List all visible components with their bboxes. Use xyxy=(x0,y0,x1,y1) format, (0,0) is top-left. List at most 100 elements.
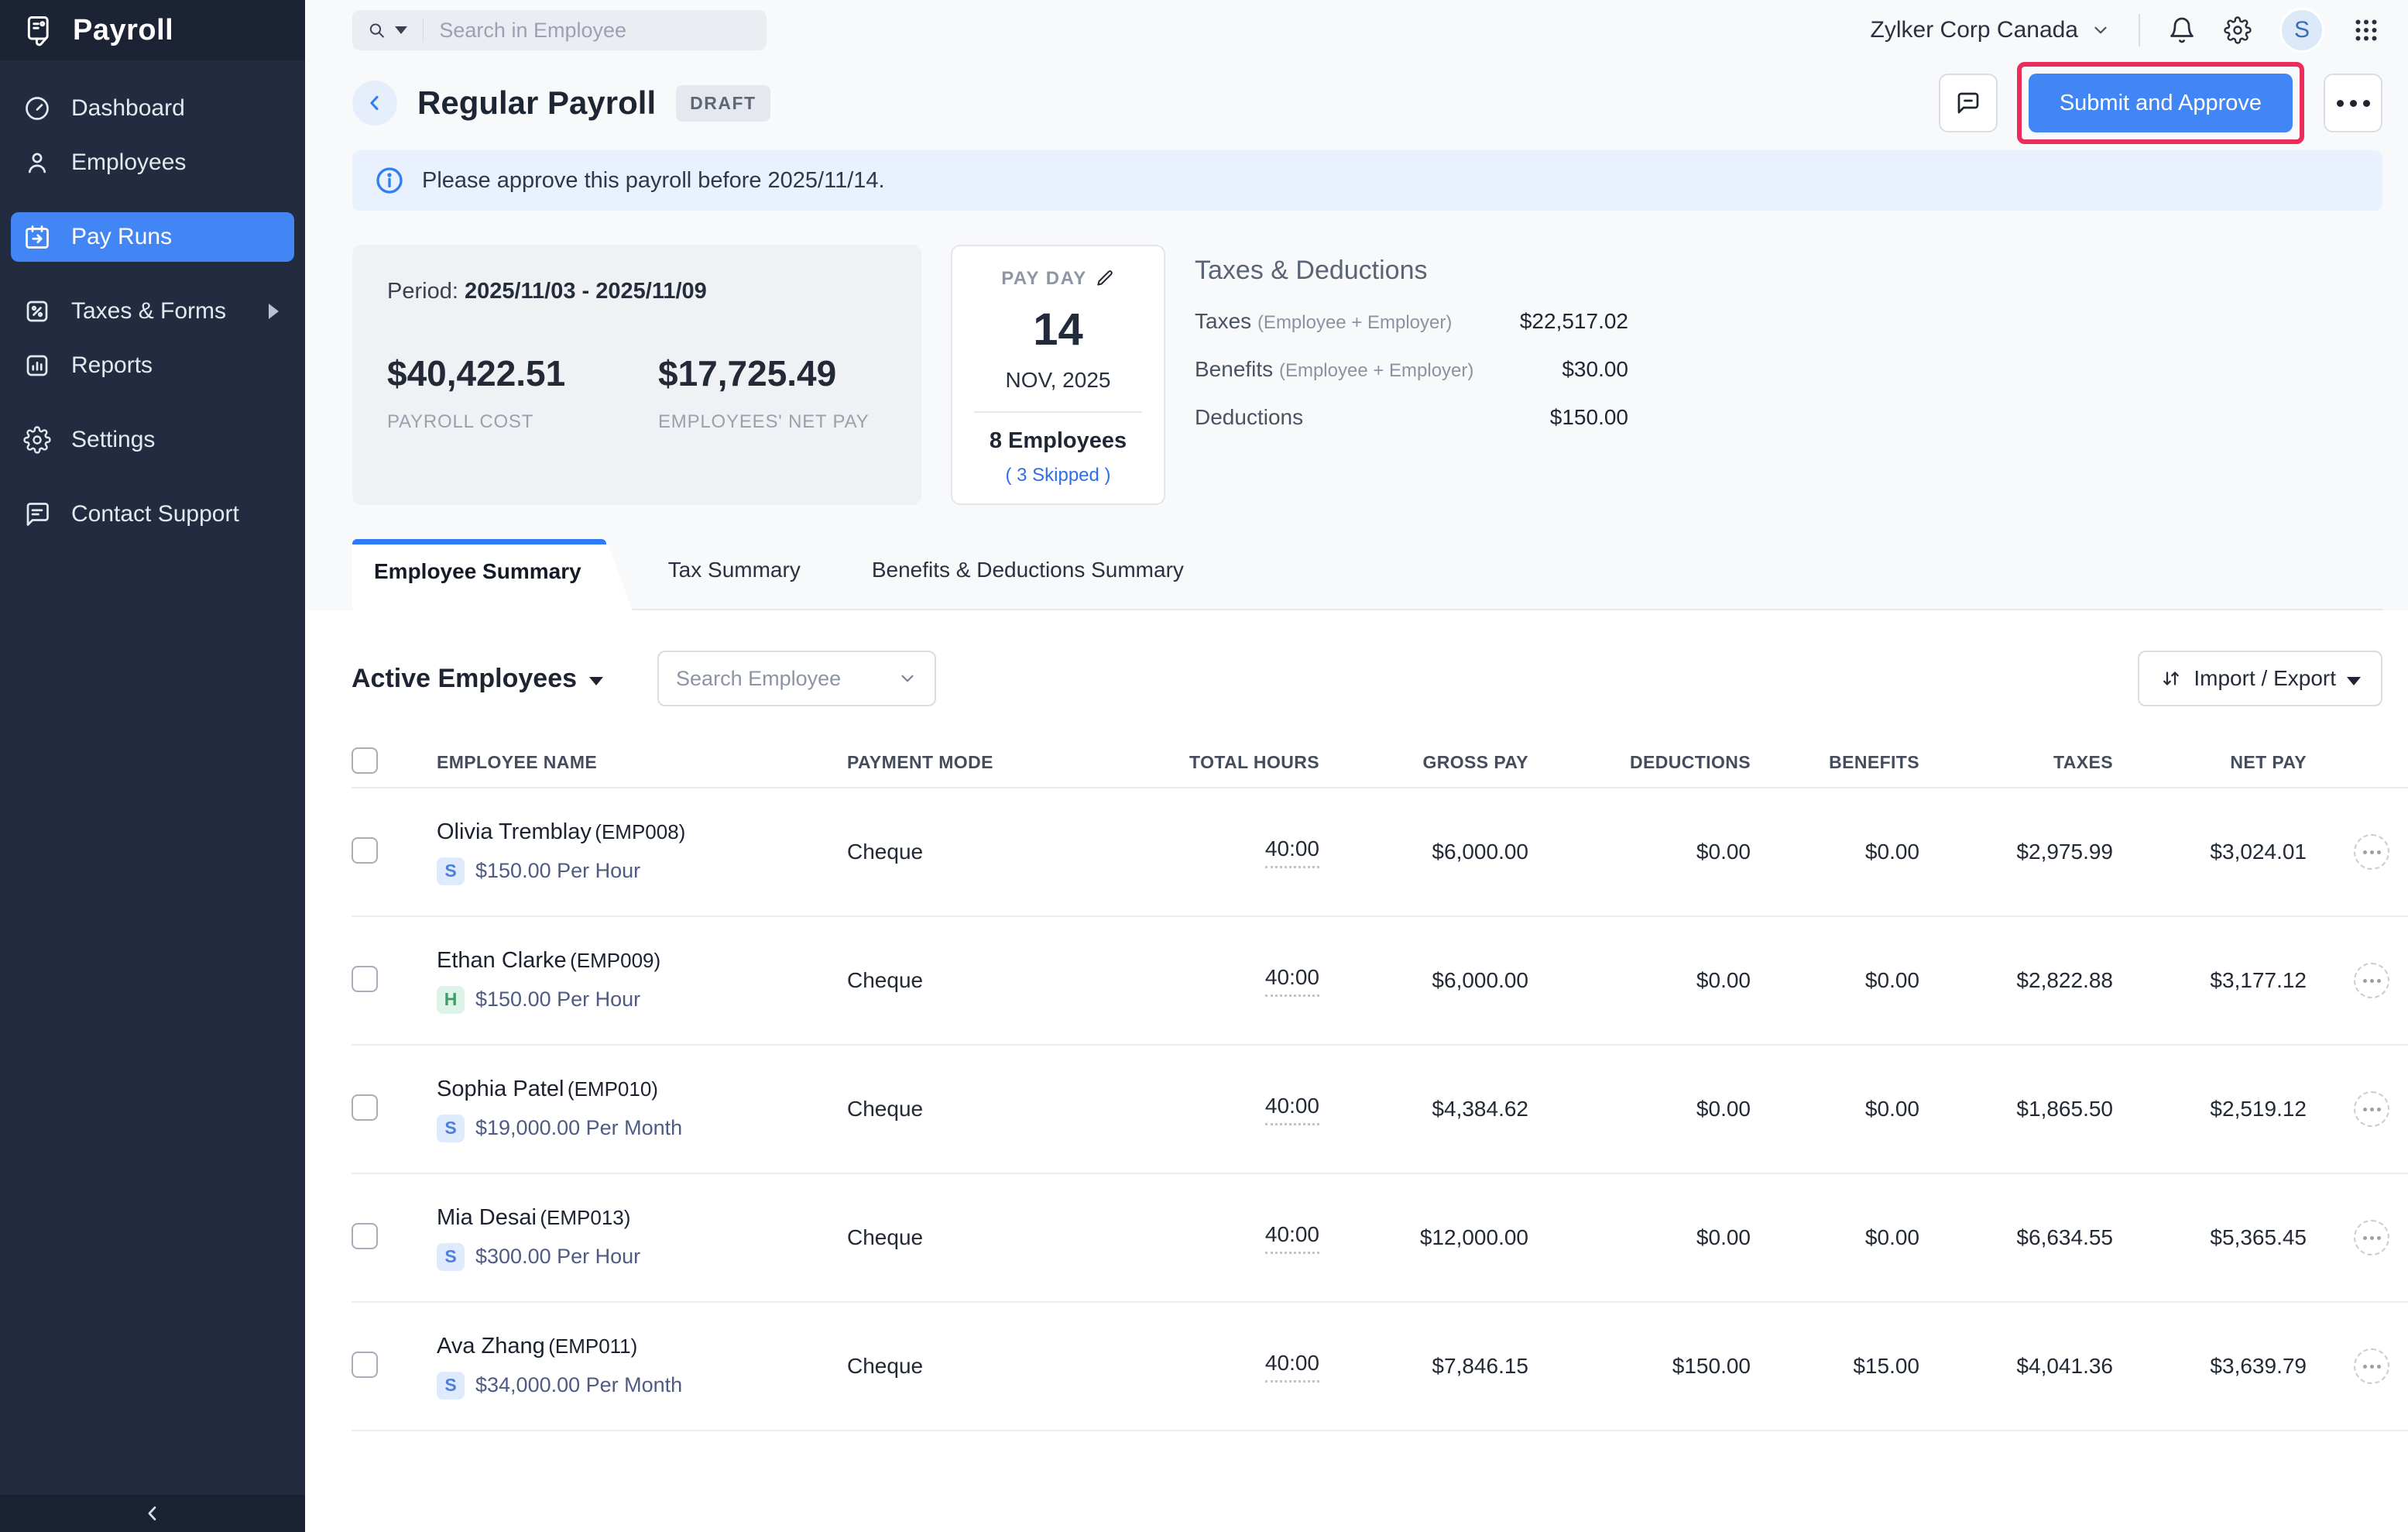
col-taxes: TAXES xyxy=(1919,752,2113,773)
employee-name[interactable]: Ava Zhang xyxy=(437,1334,545,1359)
deductions-row: Deductions $150.00 xyxy=(1195,405,1628,430)
comments-button[interactable] xyxy=(1939,74,1998,132)
row-checkbox[interactable] xyxy=(352,1223,378,1249)
org-name: Zylker Corp Canada xyxy=(1871,17,2078,43)
edit-pencil-icon[interactable] xyxy=(1095,269,1115,289)
global-search[interactable] xyxy=(352,10,767,50)
row-checkbox[interactable] xyxy=(352,1094,378,1121)
sidebar-item-reports[interactable]: Reports xyxy=(11,341,294,390)
gross-pay: $12,000.00 xyxy=(1319,1225,1528,1250)
import-export-arrows-icon xyxy=(2159,667,2183,690)
total-hours[interactable]: 40:00 xyxy=(1265,965,1319,997)
benefits: $0.00 xyxy=(1751,968,1919,993)
row-actions-button[interactable] xyxy=(2354,1091,2389,1127)
org-switcher[interactable]: Zylker Corp Canada xyxy=(1871,17,2111,43)
taxes-value: $22,517.02 xyxy=(1520,309,1628,334)
employees-icon xyxy=(23,149,51,177)
total-hours[interactable]: 40:00 xyxy=(1265,1094,1319,1125)
sidebar-item-settings[interactable]: Settings xyxy=(11,415,294,465)
settings-button[interactable] xyxy=(2224,16,2252,44)
row-actions-button[interactable] xyxy=(2354,1348,2389,1384)
submit-wrap: Submit and Approve xyxy=(2029,74,2293,132)
col-deductions: DEDUCTIONS xyxy=(1528,752,1751,773)
import-export-button[interactable]: Import / Export xyxy=(2138,651,2382,706)
sidebar-nav: Dashboard Employees Pay Runs Taxes & For… xyxy=(0,60,305,1495)
payment-mode: Cheque xyxy=(847,1225,1079,1250)
tab-benefits-deductions-summary[interactable]: Benefits & Deductions Summary xyxy=(836,558,1219,609)
sidebar-collapse-button[interactable] xyxy=(0,1495,305,1532)
employee-search-input[interactable] xyxy=(676,667,897,691)
payment-mode: Cheque xyxy=(847,840,1079,864)
gross-pay: $6,000.00 xyxy=(1319,968,1528,993)
net-pay-value: $17,725.49 xyxy=(658,352,890,394)
deductions-value: $150.00 xyxy=(1550,405,1628,430)
payment-mode: Cheque xyxy=(847,1354,1079,1379)
taxes-row: Taxes (Employee + Employer) $22,517.02 xyxy=(1195,309,1628,334)
row-actions-button[interactable] xyxy=(2354,834,2389,870)
benefits: $0.00 xyxy=(1751,840,1919,864)
employee-name[interactable]: Mia Desai xyxy=(437,1205,537,1230)
row-actions-button[interactable] xyxy=(2354,1220,2389,1255)
employee-filter-dropdown[interactable]: Active Employees xyxy=(352,664,603,694)
search-scope-caret-icon[interactable] xyxy=(395,26,407,34)
employee-search-select[interactable] xyxy=(657,651,936,706)
row-actions-button[interactable] xyxy=(2354,963,2389,998)
divider xyxy=(2139,14,2140,46)
select-all-checkbox[interactable] xyxy=(352,747,378,774)
payroll-app: Payroll Dashboard Employees Pay Runs xyxy=(0,0,2408,1532)
comment-bubble-icon xyxy=(1954,89,1982,117)
payroll-cost-value: $40,422.51 xyxy=(387,352,619,394)
avatar[interactable]: S xyxy=(2279,8,2324,53)
taxes-deductions-title: Taxes & Deductions xyxy=(1195,256,1628,286)
sidebar-item-employees[interactable]: Employees xyxy=(11,138,294,187)
employee-name[interactable]: Olivia Tremblay xyxy=(437,819,592,844)
apps-grid-button[interactable] xyxy=(2352,16,2380,44)
tab-employee-summary[interactable]: Employee Summary xyxy=(352,539,633,610)
sidebar-item-pay-runs[interactable]: Pay Runs xyxy=(11,212,294,262)
net-pay-label: EMPLOYEES' NET PAY xyxy=(658,411,890,433)
topbar-right: Zylker Corp Canada S xyxy=(1871,8,2408,53)
total-hours[interactable]: 40:00 xyxy=(1265,1351,1319,1383)
header-actions: Submit and Approve xyxy=(1939,74,2382,132)
benefits: $15.00 xyxy=(1751,1354,1919,1379)
table-row: Olivia Tremblay (EMP008) S$150.00 Per Ho… xyxy=(352,788,2408,917)
gear-icon xyxy=(2224,16,2252,44)
col-gross-pay: GROSS PAY xyxy=(1319,752,1528,773)
row-checkbox[interactable] xyxy=(352,966,378,992)
tab-label: Benefits & Deductions Summary xyxy=(872,558,1184,582)
more-actions-button[interactable] xyxy=(2324,74,2382,132)
submit-and-approve-button[interactable]: Submit and Approve xyxy=(2029,74,2293,132)
employee-name[interactable]: Sophia Patel xyxy=(437,1077,564,1101)
pay-runs-icon xyxy=(23,223,51,251)
employee-name[interactable]: Ethan Clarke xyxy=(437,948,567,973)
total-hours[interactable]: 40:00 xyxy=(1265,836,1319,868)
back-button[interactable] xyxy=(352,81,397,125)
avatar-letter: S xyxy=(2294,17,2310,43)
divider xyxy=(974,411,1142,413)
skipped-employees-link[interactable]: ( 3 Skipped ) xyxy=(968,465,1148,486)
table-row: Mia Desai (EMP013) S$300.00 Per Hour Che… xyxy=(352,1174,2408,1303)
tab-tax-summary[interactable]: Tax Summary xyxy=(633,558,836,609)
sidebar-item-contact-support[interactable]: Contact Support xyxy=(11,489,294,539)
period-value: 2025/11/03 - 2025/11/09 xyxy=(465,279,707,304)
caret-down-icon xyxy=(589,677,603,685)
taxes: $1,865.50 xyxy=(1919,1097,2113,1122)
taxes: $2,822.88 xyxy=(1919,968,2113,993)
sidebar-item-dashboard[interactable]: Dashboard xyxy=(11,84,294,133)
global-search-input[interactable] xyxy=(439,19,751,43)
table-row: Ava Zhang (EMP011) S$34,000.00 Per Month… xyxy=(352,1303,2408,1431)
ellipsis-icon xyxy=(2337,100,2370,107)
back-chevron-icon xyxy=(364,92,386,114)
taxes: $6,634.55 xyxy=(1919,1225,2113,1250)
row-checkbox[interactable] xyxy=(352,1352,378,1378)
sidebar: Payroll Dashboard Employees Pay Runs xyxy=(0,0,305,1532)
total-hours[interactable]: 40:00 xyxy=(1265,1222,1319,1254)
submenu-arrow-icon xyxy=(269,304,279,319)
benefits-value: $30.00 xyxy=(1562,357,1628,382)
net-pay: $3,177.12 xyxy=(2113,968,2307,993)
sidebar-item-taxes-forms[interactable]: Taxes & Forms xyxy=(11,287,294,336)
notifications-button[interactable] xyxy=(2168,16,2196,44)
gross-pay: $6,000.00 xyxy=(1319,840,1528,864)
col-employee-name: EMPLOYEE NAME xyxy=(437,752,847,773)
row-checkbox[interactable] xyxy=(352,837,378,864)
